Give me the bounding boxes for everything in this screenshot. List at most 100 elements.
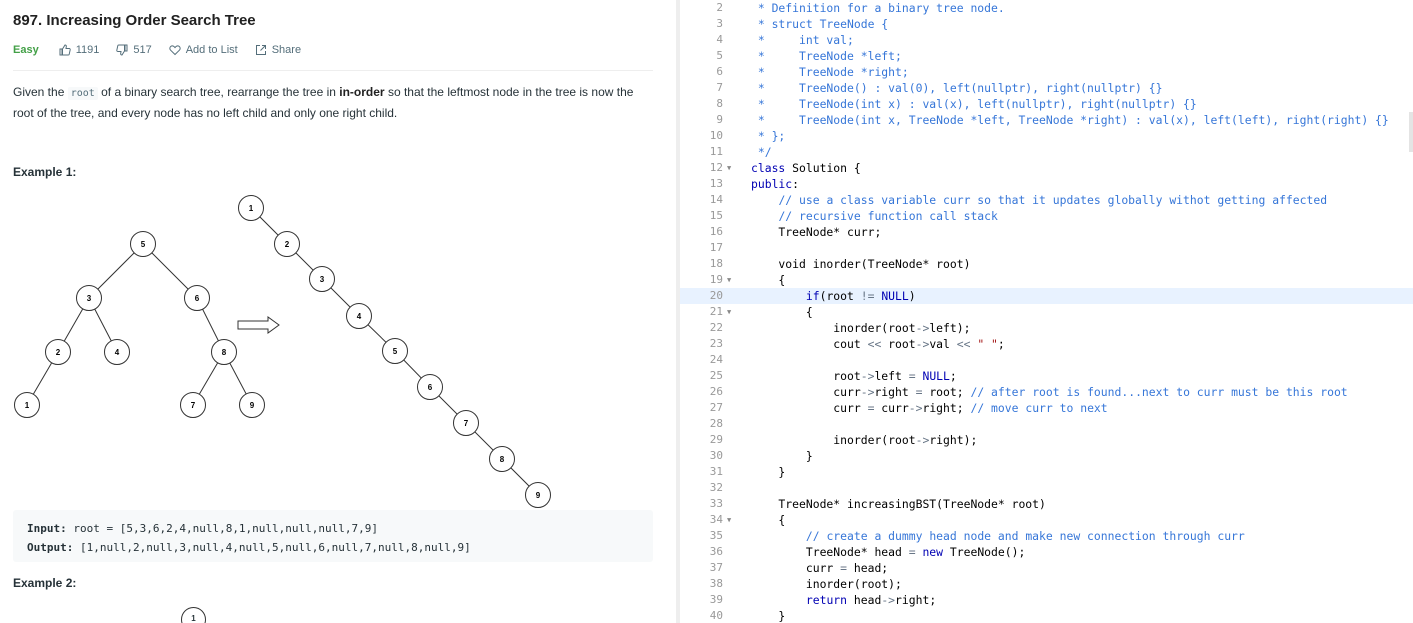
line-number: 36 [709, 545, 723, 558]
code-text: curr = head; [751, 561, 889, 575]
input-tree-node: 9 [239, 392, 265, 418]
code-line[interactable]: 40 } [680, 608, 1413, 623]
code-line[interactable]: 23 cout << root->val << " "; [680, 336, 1413, 352]
code-line[interactable]: 33 TreeNode* increasingBST(TreeNode* roo… [680, 496, 1413, 512]
fold-toggle-icon[interactable]: ▼ [727, 304, 731, 320]
node-label: 4 [115, 348, 120, 357]
thumbs-up-icon [59, 44, 71, 56]
statement-bold: in-order [339, 85, 385, 99]
code-line[interactable]: 36 TreeNode* head = new TreeNode(); [680, 544, 1413, 560]
add-to-list-label: Add to List [185, 44, 238, 56]
code-text: * struct TreeNode { [751, 17, 889, 31]
code-text: return head->right; [805, 593, 937, 607]
code-text: } [751, 465, 786, 479]
code-line[interactable]: 24 [680, 352, 1413, 368]
code-line[interactable]: 20 if(root != NULL) [680, 288, 1413, 304]
code-line[interactable]: 15 // recursive function call stack [680, 208, 1413, 224]
code-line[interactable]: 17 [680, 240, 1413, 256]
line-number: 34 [709, 513, 723, 526]
node-label: 2 [56, 348, 61, 357]
line-number: 17 [709, 241, 723, 254]
code-line[interactable]: 21 ▼ { [680, 304, 1413, 320]
example-2-heading: Example 2: [13, 576, 77, 590]
code-text: } [751, 449, 813, 463]
difficulty-badge: Easy [13, 44, 39, 56]
code-line[interactable]: 32 [680, 480, 1413, 496]
code-line[interactable]: 3 * struct TreeNode { [680, 16, 1413, 32]
output-tree-node: 2 [274, 231, 300, 257]
code-text: TreeNode* curr; [751, 225, 882, 239]
node-label: 6 [195, 294, 200, 303]
code-line[interactable]: 7 * TreeNode() : val(0), left(nullptr), … [680, 80, 1413, 96]
line-number: 7 [716, 81, 723, 94]
code-line[interactable]: 14 // use a class variable curr so that … [680, 192, 1413, 208]
code-line[interactable]: 11 */ [680, 144, 1413, 160]
share-button[interactable]: Share [255, 44, 301, 56]
problem-meta-row: Easy 1191 517 Add to List Share [13, 42, 318, 58]
code-line[interactable]: 34 ▼ { [680, 512, 1413, 528]
code-line[interactable]: 39 return head->right; [680, 592, 1413, 608]
code-line[interactable]: 27 curr = curr->right; // move curr to n… [680, 400, 1413, 416]
thumbs-down-icon [116, 44, 128, 56]
transform-arrow-icon [237, 316, 280, 334]
fold-toggle-icon[interactable]: ▼ [727, 512, 731, 528]
line-number: 20 [709, 289, 723, 302]
code-text: TreeNode* head = new TreeNode(); [751, 545, 1026, 559]
code-line[interactable]: 29 inorder(root->right); [680, 432, 1413, 448]
divider [13, 70, 653, 71]
editor-scrollbar[interactable] [1409, 112, 1413, 152]
code-text: // create a dummy head node and make new… [805, 529, 1245, 543]
node-label: 7 [191, 401, 196, 410]
code-text: * Definition for a binary tree node. [751, 1, 1005, 15]
code-line[interactable]: 6 * TreeNode *right; [680, 64, 1413, 80]
code-line[interactable]: 37 curr = head; [680, 560, 1413, 576]
code-line[interactable]: 35 // create a dummy head node and make … [680, 528, 1413, 544]
problem-statement: Given the root of a binary search tree, … [13, 83, 653, 122]
code-line[interactable]: 31 } [680, 464, 1413, 480]
node-label: 8 [222, 348, 227, 357]
code-line[interactable]: 22 inorder(root->left); [680, 320, 1413, 336]
line-number: 30 [709, 449, 723, 462]
line-number: 8 [716, 97, 723, 110]
code-text: root->left = NULL; [751, 369, 957, 383]
code-line[interactable]: 4 * int val; [680, 32, 1413, 48]
code-text: * TreeNode(int x) : val(x), left(nullptr… [751, 97, 1197, 111]
example-output-line: Output: [1,null,2,null,3,null,4,null,5,n… [27, 538, 653, 557]
code-line[interactable]: 25 root->left = NULL; [680, 368, 1413, 384]
code-line[interactable]: 10 * }; [680, 128, 1413, 144]
line-number: 5 [716, 49, 723, 62]
code-line[interactable]: 38 inorder(root); [680, 576, 1413, 592]
code-line[interactable]: 8 * TreeNode(int x) : val(x), left(nullp… [680, 96, 1413, 112]
fold-toggle-icon[interactable]: ▼ [727, 160, 731, 176]
code-text: class Solution { [751, 161, 861, 175]
code-line[interactable]: 30 } [680, 448, 1413, 464]
problem-description-panel: 897. Increasing Order Search Tree Easy 1… [0, 0, 676, 623]
like-button[interactable]: 1191 [59, 44, 99, 56]
output-tree-node: 5 [382, 338, 408, 364]
code-line[interactable]: 16 TreeNode* curr; [680, 224, 1413, 240]
code-line[interactable]: 18 void inorder(TreeNode* root) [680, 256, 1413, 272]
code-text: inorder(root); [751, 577, 902, 591]
line-number: 11 [709, 145, 723, 158]
code-line[interactable]: 26 curr->right = root; // after root is … [680, 384, 1413, 400]
line-number: 21 [709, 305, 723, 318]
code-line[interactable]: 9 * TreeNode(int x, TreeNode *left, Tree… [680, 112, 1413, 128]
dislike-button[interactable]: 517 [116, 44, 152, 56]
add-to-list-button[interactable]: Add to List [169, 44, 238, 56]
code-line[interactable]: 12 ▼ class Solution { [680, 160, 1413, 176]
node-label: 6 [428, 383, 433, 392]
fold-toggle-icon[interactable]: ▼ [727, 272, 731, 288]
code-line[interactable]: 2 * Definition for a binary tree node. [680, 0, 1413, 16]
code-line[interactable]: 13 public: [680, 176, 1413, 192]
code-line[interactable]: 19 ▼ { [680, 272, 1413, 288]
code-line[interactable]: 28 [680, 416, 1413, 432]
node-label: 9 [250, 401, 255, 410]
share-label: Share [271, 44, 302, 56]
node-label: 4 [357, 312, 362, 321]
example-2-tree-root-node: 1 [181, 607, 206, 623]
code-line[interactable]: 5 * TreeNode *left; [680, 48, 1413, 64]
code-text: inorder(root->left); [751, 321, 971, 335]
code-editor[interactable]: 2 * Definition for a binary tree node. 3 … [680, 0, 1413, 623]
line-number: 28 [709, 417, 723, 430]
tree-nodes: 53 62 4 81 7 9123456789 [14, 195, 551, 508]
